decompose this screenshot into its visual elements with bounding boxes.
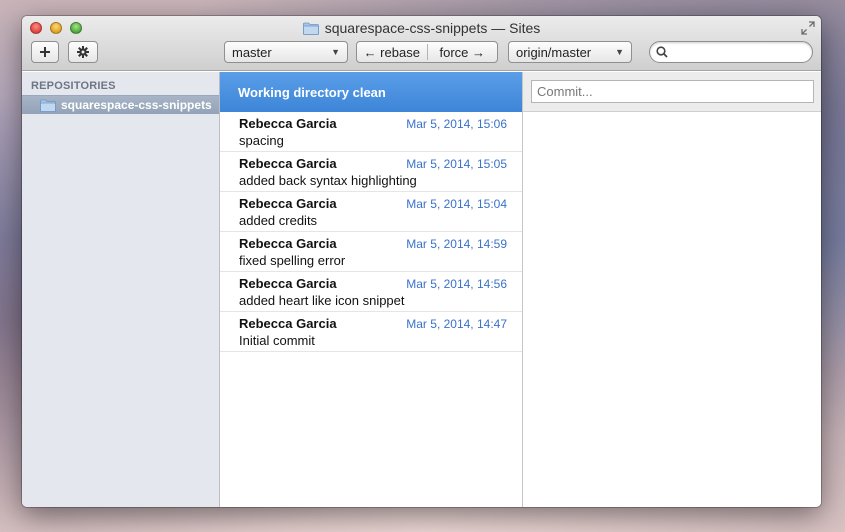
commit-date: Mar 5, 2014, 14:47 (406, 317, 507, 331)
commit-date: Mar 5, 2014, 15:06 (406, 117, 507, 131)
app-window: squarespace-css-snippets — Sites master … (22, 16, 821, 507)
window-title-area: squarespace-css-snippets — Sites (22, 20, 821, 36)
chevron-down-icon: ▼ (615, 47, 624, 57)
rebase-button[interactable]: ← rebase (357, 45, 427, 60)
branch-select-value: master (232, 44, 272, 60)
gear-icon (77, 46, 89, 58)
commit-list: Working directory clean Rebecca Garcia Ma… (220, 72, 523, 507)
search-icon (656, 46, 668, 58)
commit-message: fixed spelling error (239, 253, 346, 268)
sidebar-item-label: squarespace-css-snippets (61, 98, 212, 112)
working-directory-status[interactable]: Working directory clean (220, 72, 522, 112)
commit-row[interactable]: Rebecca Garcia Mar 5, 2014, 15:04 added cr… (220, 192, 522, 232)
commit-detail-pane (523, 72, 821, 507)
folder-icon (302, 22, 319, 35)
commit-row[interactable]: Rebecca Garcia Mar 5, 2014, 14:47 Initial … (220, 312, 522, 352)
remote-select[interactable]: origin/master ▼ (508, 41, 632, 63)
sidebar-item-repository[interactable]: squarespace-css-snippets (22, 95, 219, 114)
sidebar: REPOSITORIES squarespace-css-snippets (22, 72, 220, 507)
titlebar: squarespace-css-snippets — Sites master … (22, 16, 821, 71)
commit-date: Mar 5, 2014, 14:59 (406, 237, 507, 251)
commit-row[interactable]: Rebecca Garcia Mar 5, 2014, 15:05 added ba… (220, 152, 522, 192)
commit-row[interactable]: Rebecca Garcia Mar 5, 2014, 14:56 added he… (220, 272, 522, 312)
commit-date: Mar 5, 2014, 14:56 (406, 277, 507, 291)
settings-button[interactable] (68, 41, 98, 63)
window-title: squarespace-css-snippets — Sites (324, 20, 541, 36)
chevron-down-icon: ▼ (331, 47, 340, 57)
status-text: Working directory clean (238, 84, 386, 100)
branch-select[interactable]: master ▼ (224, 41, 348, 63)
folder-icon (40, 99, 56, 112)
plus-icon (40, 47, 50, 57)
commit-bar (523, 72, 821, 112)
rebase-force-control: ← rebase force → (356, 41, 498, 63)
force-button[interactable]: force → (428, 45, 498, 60)
commit-date: Mar 5, 2014, 15:05 (406, 157, 507, 171)
commit-date: Mar 5, 2014, 15:04 (406, 197, 507, 211)
commit-message: Initial commit (239, 333, 315, 348)
commit-row[interactable]: Rebecca Garcia Mar 5, 2014, 14:59 fixed sp… (220, 232, 522, 272)
sidebar-heading: REPOSITORIES (31, 80, 116, 92)
add-repository-button[interactable] (31, 41, 59, 63)
commit-message: added back syntax highlighting (239, 173, 417, 188)
fullscreen-icon[interactable] (801, 21, 815, 35)
search-input[interactable] (672, 45, 802, 59)
search-field[interactable] (649, 41, 813, 63)
commit-message: spacing (239, 133, 284, 148)
commit-row[interactable]: Rebecca Garcia Mar 5, 2014, 15:06 spacing (220, 112, 522, 152)
commit-message: added heart like icon snippet (239, 293, 405, 308)
remote-select-value: origin/master (516, 44, 592, 60)
commit-message: added credits (239, 213, 318, 228)
commit-message-input[interactable] (531, 80, 814, 103)
